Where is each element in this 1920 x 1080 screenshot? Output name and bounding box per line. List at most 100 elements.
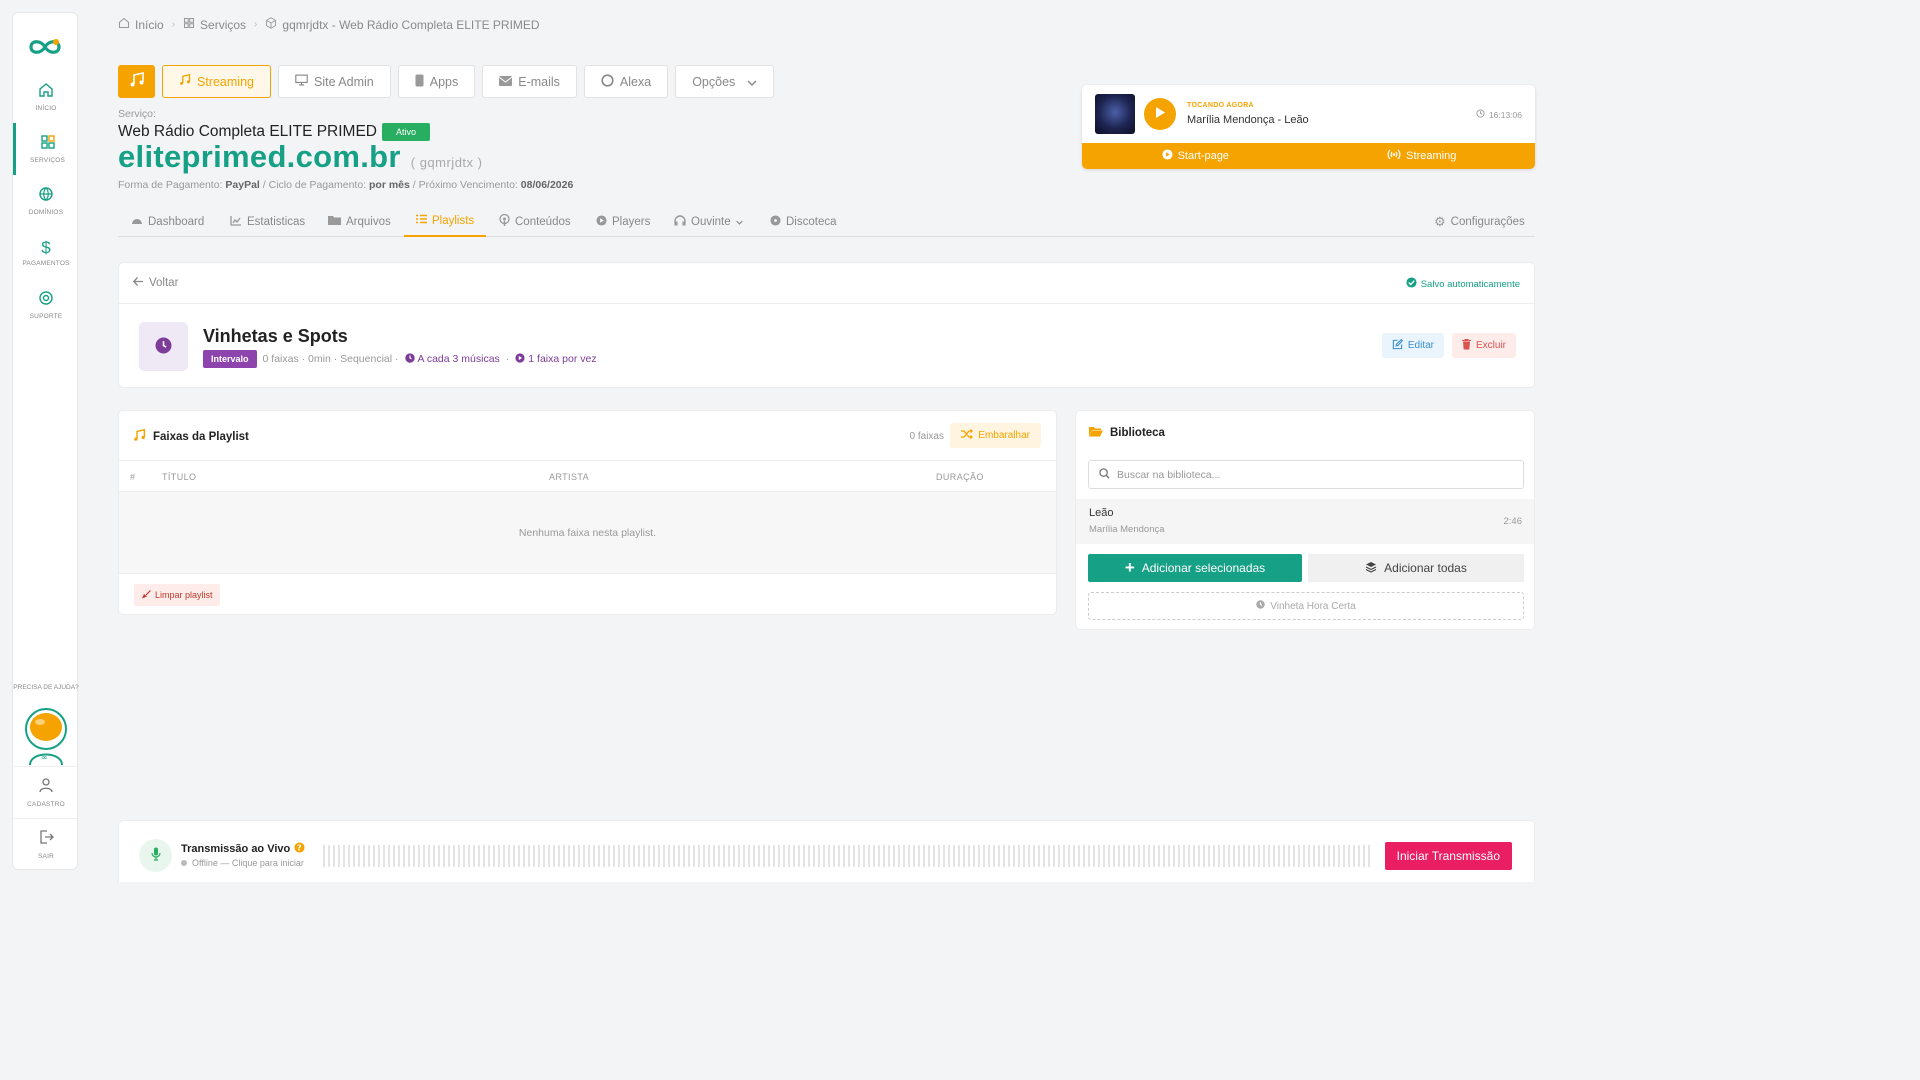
due-date: 08/06/2026 <box>520 179 574 191</box>
sidebar-item-label: PAGAMENTOS <box>22 259 70 267</box>
tab-conteudos[interactable]: Conteúdos <box>499 206 571 237</box>
tab-players[interactable]: Players <box>596 206 650 237</box>
back-button[interactable]: Voltar <box>132 277 178 289</box>
dashboard-icon <box>131 215 143 228</box>
mascot-icon[interactable]: ∞ <box>24 707 68 768</box>
payment-info: Forma de Pagamento: PayPal / Ciclo de Pa… <box>118 179 574 191</box>
now-playing-footer: Start-page Streaming <box>1082 143 1535 169</box>
playlist-header-card: Voltar Salvo automaticamente Vinhetas e … <box>118 262 1535 388</box>
help-text: PRECISA DE AJUDA? <box>13 684 79 691</box>
audio-waveform <box>323 845 1371 867</box>
play-circle-icon <box>1162 149 1173 163</box>
music-icon <box>179 73 191 89</box>
now-playing-time: 16:13:06 <box>1476 109 1522 120</box>
sidebar-item-cadastro[interactable]: CADASTRO <box>13 766 79 818</box>
alexa-button[interactable]: Alexa <box>583 65 669 98</box>
domain-row: eliteprimed.com.br ( gqmrjdtx ) <box>118 139 482 175</box>
library-search-input[interactable]: Buscar na biblioteca... <box>1088 460 1524 489</box>
payment-cycle: por mês <box>369 179 410 191</box>
column-title[interactable]: TÍTULO <box>162 472 196 482</box>
music-service-button[interactable] <box>118 65 155 98</box>
sidebar-item-dominios[interactable]: DOMÍNIOS <box>13 175 79 227</box>
edit-button[interactable]: Editar <box>1381 333 1444 358</box>
breadcrumb-separator: › <box>254 19 258 30</box>
sidebar-item-servicos[interactable]: SERVIÇOS <box>13 123 79 175</box>
start-page-link[interactable]: Start-page <box>1082 143 1309 169</box>
shuffle-button[interactable]: Embaralhar <box>950 423 1041 448</box>
folder-open-icon <box>1089 426 1103 440</box>
sidebar-item-label: SUPORTE <box>29 313 63 320</box>
library-item-artist: Marília Mendonça <box>1089 524 1165 535</box>
microphone-button[interactable] <box>139 839 172 872</box>
delete-button[interactable]: Excluir <box>1451 333 1516 358</box>
apps-button[interactable]: Apps <box>397 65 476 98</box>
grid-icon <box>40 134 56 153</box>
sidebar-item-pagamentos[interactable]: $ PAGAMENTOS <box>13 227 79 279</box>
playlist-per-turn: 1 faixa por vez <box>515 352 597 366</box>
alexa-icon <box>601 73 614 90</box>
sidebar-item-sair[interactable]: SAIR <box>13 818 79 870</box>
add-all-button[interactable]: Adicionar todas <box>1308 554 1524 582</box>
play-circle-icon <box>596 214 607 229</box>
live-title: Transmissão ao Vivo ? <box>181 842 305 856</box>
music-icon <box>129 72 145 91</box>
tab-playlists[interactable]: Playlists <box>404 206 487 237</box>
breadcrumb: Início › Serviços › gqmrjdtx - Web Rádio… <box>118 17 540 32</box>
service-tabs: Dashboard Estatisticas Arquivos Playlist… <box>118 206 1535 237</box>
now-playing-title: Marília Mendonça - Leão <box>1187 114 1309 126</box>
breadcrumb-home[interactable]: Início <box>118 17 164 32</box>
search-icon <box>1099 467 1110 482</box>
live-status: Offline — Clique para iniciar <box>181 858 304 868</box>
logo[interactable] <box>23 25 67 69</box>
broadcast-icon <box>1387 149 1401 163</box>
logout-icon <box>38 829 54 848</box>
arrow-left-icon <box>132 277 143 289</box>
breadcrumb-services[interactable]: Serviços <box>183 17 246 32</box>
domain-name[interactable]: eliteprimed.com.br <box>118 139 401 175</box>
streaming-link[interactable]: Streaming <box>1309 143 1536 169</box>
tab-configuracoes[interactable]: ⚙ Configurações <box>1434 206 1525 237</box>
tab-discoteca[interactable]: Discoteca <box>770 206 837 237</box>
site-admin-button[interactable]: Site Admin <box>277 65 391 98</box>
tab-estatisticas[interactable]: Estatisticas <box>230 206 305 237</box>
sidebar-item-inicio[interactable]: INÍCIO <box>13 71 79 123</box>
sidebar: INÍCIO SERVIÇOS DOMÍNIOS $ PAGAMENTOS SU… <box>12 12 79 870</box>
playlist-interval: A cada 3 músicas <box>404 352 500 366</box>
envelope-icon <box>498 75 513 89</box>
hora-certa-button[interactable]: Vinheta Hora Certa <box>1088 592 1524 620</box>
column-duration[interactable]: DURAÇÃO <box>936 472 984 482</box>
sidebar-item-label: SERVIÇOS <box>29 157 66 164</box>
library-item-title: Leão <box>1089 507 1114 519</box>
tab-ouvinte[interactable]: Ouvinte <box>674 206 743 237</box>
now-playing-widget: TOCANDO AGORA Marília Mendonça - Leão 16… <box>1082 85 1535 169</box>
podcast-icon <box>499 213 510 229</box>
clock-icon <box>155 337 172 357</box>
svg-text:?: ? <box>297 843 302 852</box>
play-button[interactable] <box>1144 98 1176 130</box>
clock-icon <box>1256 600 1265 612</box>
breadcrumb-separator: › <box>171 19 176 30</box>
emails-button[interactable]: E-mails <box>482 65 577 98</box>
column-artist[interactable]: ARTISTA <box>549 472 589 482</box>
check-circle-icon <box>1406 277 1417 291</box>
tab-dashboard[interactable]: Dashboard <box>131 206 204 237</box>
home-icon <box>38 82 54 101</box>
disc-icon <box>770 214 781 229</box>
grid-icon <box>183 17 195 32</box>
tab-arquivos[interactable]: Arquivos <box>328 206 391 237</box>
sidebar-item-suporte[interactable]: SUPORTE <box>13 279 79 331</box>
options-dropdown[interactable]: Opções <box>675 65 775 98</box>
clock-icon <box>1476 109 1485 120</box>
help-icon[interactable]: ? <box>294 842 305 856</box>
add-selected-button[interactable]: + Adicionar selecionadas <box>1088 554 1302 582</box>
play-icon <box>1154 106 1166 122</box>
sidebar-item-label: DOMÍNIOS <box>28 209 64 216</box>
start-transmission-button[interactable]: Iniciar Transmissão <box>1384 842 1512 870</box>
clear-playlist-button[interactable]: Limpar playlist <box>134 584 220 606</box>
streaming-button[interactable]: Streaming <box>162 65 271 98</box>
album-cover <box>1095 94 1135 134</box>
mobile-icon <box>415 74 424 90</box>
tracks-title: Faixas da Playlist <box>133 428 249 445</box>
now-playing-tag: TOCANDO AGORA <box>1187 102 1254 109</box>
library-item[interactable]: Leão Marília Mendonça 2:46 <box>1076 499 1534 544</box>
